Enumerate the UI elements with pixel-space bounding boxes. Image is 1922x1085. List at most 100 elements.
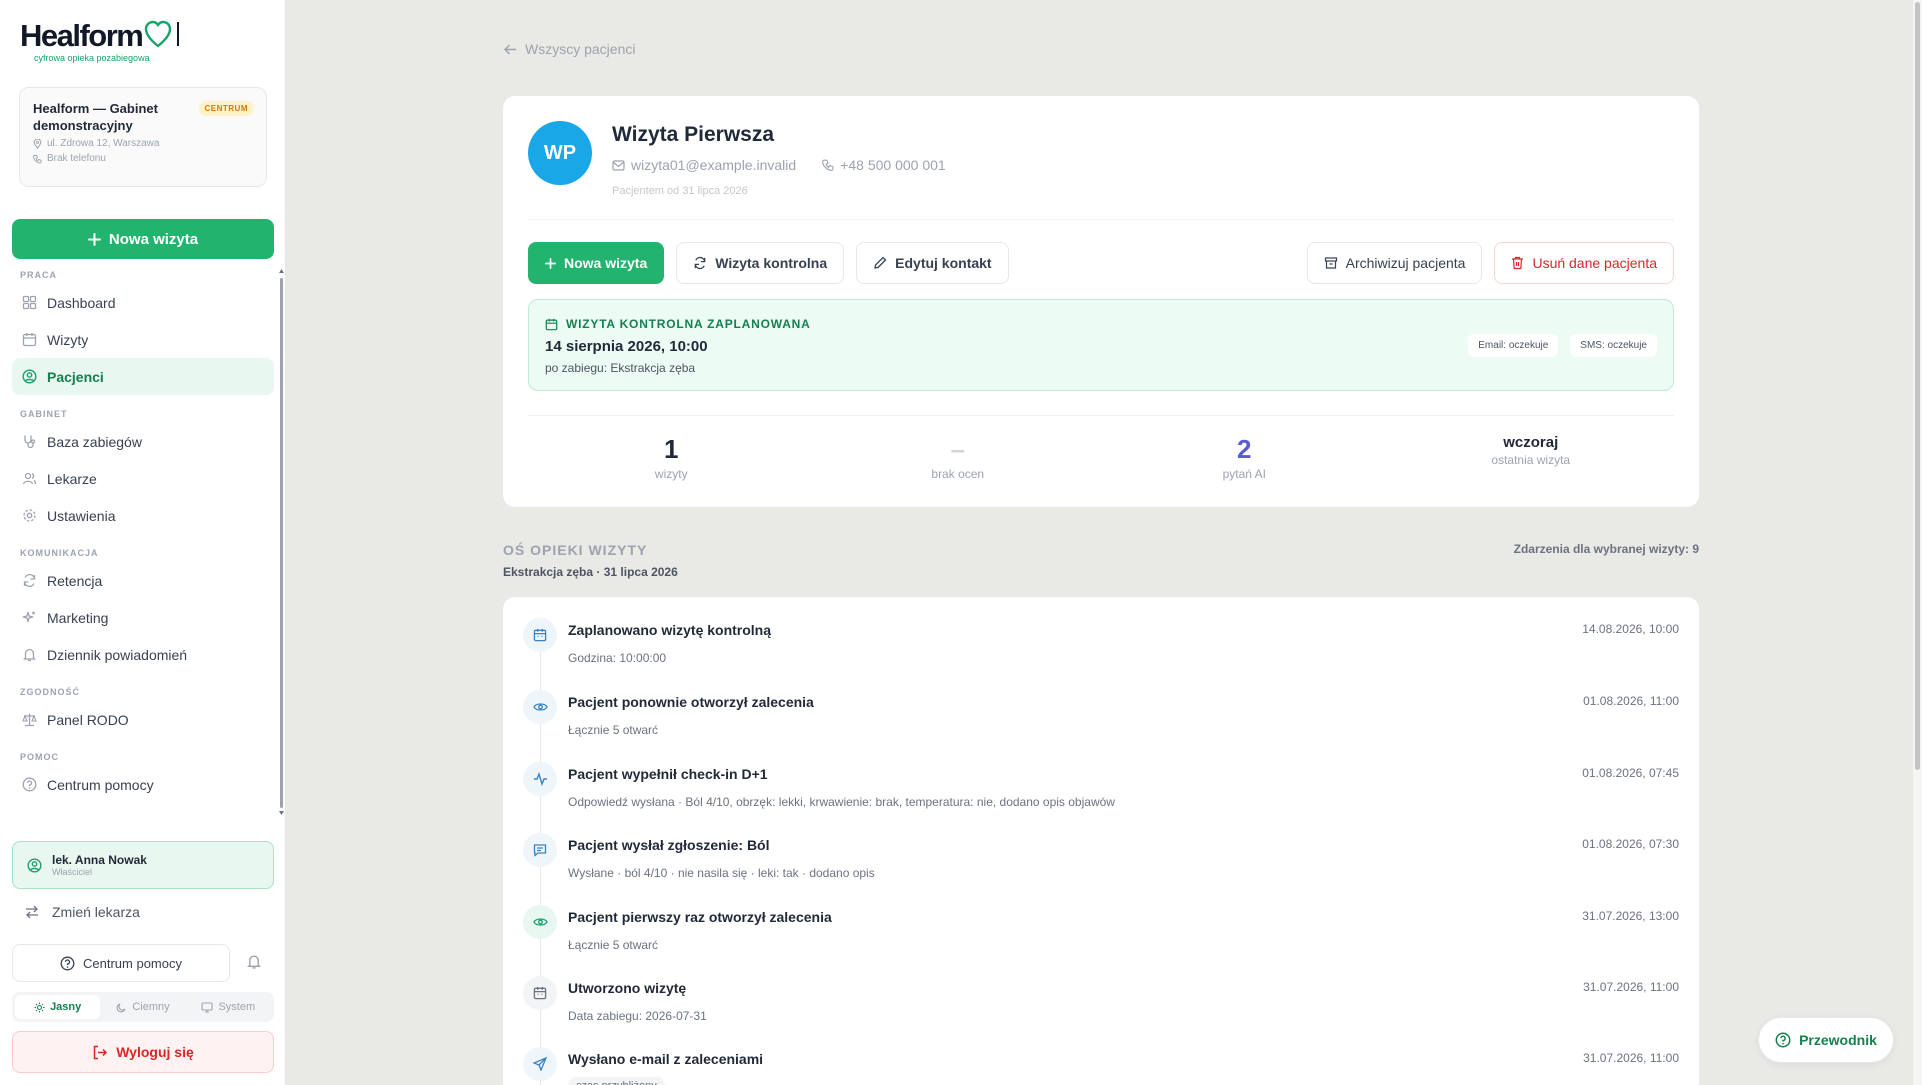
archive-patient-button[interactable]: Archiwizuj pacjenta bbox=[1306, 242, 1483, 284]
event-time: 01.08.2026, 07:45 bbox=[1582, 766, 1679, 780]
refresh-icon bbox=[22, 573, 37, 588]
timeline-event[interactable]: Pacjent wysłał zgłoszenie: Ból Wysłane ·… bbox=[523, 833, 1679, 893]
guide-button[interactable]: Przewodnik bbox=[1758, 1017, 1894, 1063]
patient-email[interactable]: wizyta01@example.invalid bbox=[631, 157, 796, 173]
event-title: Wysłano e-mail z zaleceniami bbox=[568, 1051, 764, 1067]
timeline-subheading: Ekstrakcja zęba · 31 lipca 2026 bbox=[503, 565, 678, 579]
pin-icon bbox=[33, 138, 42, 149]
sidebar-item-dashboard[interactable]: Dashboard bbox=[12, 284, 274, 321]
patient-phone[interactable]: +48 500 000 001 bbox=[840, 157, 946, 173]
patient-contact: wizyta01@example.invalid +48 500 000 001 bbox=[612, 157, 946, 173]
nav-section-title: KOMUNIKACJA bbox=[20, 548, 99, 558]
event-description: Łącznie 5 otwarć bbox=[568, 938, 659, 952]
event-title: Pacjent ponownie otworzył zalecenia bbox=[568, 694, 814, 710]
sidebar-item-patients[interactable]: Pacjenci bbox=[12, 358, 274, 395]
page-scrollbar[interactable] bbox=[1913, 0, 1922, 1085]
divider bbox=[528, 415, 1674, 416]
stat-ratings: – brak ocen bbox=[815, 433, 1102, 481]
stat-label: ostatnia wizyta bbox=[1491, 453, 1571, 467]
logout-button[interactable]: Wyloguj się bbox=[12, 1031, 274, 1073]
divider bbox=[528, 219, 1674, 220]
help-center-button[interactable]: Centrum pomocy bbox=[12, 944, 230, 982]
archive-icon bbox=[1324, 256, 1338, 270]
clinic-badge: CENTRUM bbox=[198, 101, 254, 116]
stethoscope-icon bbox=[22, 434, 37, 449]
help-icon bbox=[22, 777, 37, 792]
pencil-icon bbox=[873, 256, 887, 270]
switch-doctor-link[interactable]: Zmień lekarza bbox=[24, 904, 140, 920]
clinic-card[interactable]: Healform — Gabinet demonstracyjny CENTRU… bbox=[19, 87, 267, 187]
timeline-count: Zdarzenia dla wybranej wizyty: 9 bbox=[1513, 542, 1699, 556]
bell-icon[interactable] bbox=[246, 953, 262, 970]
logo-tagline: cyfrowa opieka pozabiegowa bbox=[34, 53, 150, 63]
activity-icon bbox=[523, 762, 557, 796]
logo[interactable]: Healform cyfrowa opieka pozabiegowa bbox=[20, 20, 182, 63]
sidebar-item-doctors[interactable]: Lekarze bbox=[12, 460, 274, 497]
stat-label: wizyty bbox=[654, 467, 688, 481]
sidebar-item-retention[interactable]: Retencja bbox=[12, 562, 274, 599]
sun-icon bbox=[34, 1002, 45, 1013]
email-status-badge: Email: oczekuje bbox=[1468, 334, 1559, 357]
event-time: 14.08.2026, 10:00 bbox=[1582, 622, 1679, 636]
delete-patient-data-button[interactable]: Usuń dane pacjenta bbox=[1494, 242, 1674, 284]
user-circle-icon bbox=[27, 857, 42, 873]
users-icon bbox=[22, 471, 37, 486]
timeline-event[interactable]: Zaplanowano wizytę kontrolną Godzina: 10… bbox=[523, 618, 1679, 678]
event-time: 01.08.2026, 07:30 bbox=[1582, 837, 1679, 851]
theme-dark-option[interactable]: Ciemny bbox=[100, 995, 185, 1019]
theme-light-option[interactable]: Jasny bbox=[15, 995, 101, 1019]
clinic-name: Healform — Gabinet demonstracyjny bbox=[33, 101, 158, 133]
control-visit-button[interactable]: Wizyta kontrolna bbox=[676, 242, 845, 284]
sparkle-icon bbox=[22, 610, 37, 625]
event-description: Łącznie 5 otwarć bbox=[568, 723, 659, 737]
nav-section-title: ZGODNOŚĆ bbox=[20, 687, 81, 697]
moon-icon bbox=[116, 1002, 127, 1013]
scale-icon bbox=[22, 712, 37, 727]
calendar-icon bbox=[523, 618, 557, 652]
sidebar-item-procedures[interactable]: Baza zabiegów bbox=[12, 423, 274, 460]
help-icon bbox=[60, 956, 75, 971]
current-user-card[interactable]: lek. Anna Nowak Właściciel bbox=[12, 841, 274, 889]
stat-value: wczoraj bbox=[1503, 434, 1559, 451]
event-time: 01.08.2026, 11:00 bbox=[1583, 694, 1679, 708]
sidebar-item-gdpr[interactable]: Panel RODO bbox=[12, 701, 274, 738]
followup-banner[interactable]: WIZYTA KONTROLNA ZAPLANOWANA 14 sierpnia… bbox=[528, 299, 1674, 391]
timeline-event[interactable]: Utworzono wizytę Data zabiegu: 2026-07-3… bbox=[523, 976, 1679, 1036]
patient-actions: Nowa wizyta Wizyta kontrolna Edytuj kont… bbox=[528, 242, 1009, 284]
edit-contact-button[interactable]: Edytuj kontakt bbox=[856, 242, 1009, 284]
back-to-patients-link[interactable]: Wszyscy pacjenci bbox=[504, 41, 635, 57]
new-visit-button[interactable]: Nowa wizyta bbox=[528, 242, 665, 284]
timeline-event[interactable]: Wysłano e-mail z zaleceniami czas przybl… bbox=[523, 1047, 1679, 1085]
refresh-icon bbox=[693, 256, 707, 270]
timeline-event[interactable]: Pacjent wypełnił check-in D+1 Odpowiedź … bbox=[523, 762, 1679, 822]
grid-icon bbox=[22, 295, 37, 310]
timeline-event[interactable]: Pacjent ponownie otworzył zalecenia Łącz… bbox=[523, 690, 1679, 750]
timeline-event[interactable]: Pacjent pierwszy raz otworzył zalecenia … bbox=[523, 905, 1679, 965]
logout-icon bbox=[92, 1045, 108, 1060]
followup-statuses: Email: oczekuje SMS: oczekuje bbox=[1468, 334, 1657, 357]
sidebar-item-visits[interactable]: Wizyty bbox=[12, 321, 274, 358]
sidebar-scrollbar[interactable] bbox=[279, 268, 284, 816]
eye-icon bbox=[523, 690, 557, 724]
sidebar-item-notifications-log[interactable]: Dziennik powiadomień bbox=[12, 636, 274, 673]
sidebar-item-marketing[interactable]: Marketing bbox=[12, 599, 274, 636]
sidebar-item-settings[interactable]: Ustawienia bbox=[12, 497, 274, 534]
calendar-icon bbox=[22, 332, 37, 347]
event-time: 31.07.2026, 11:00 bbox=[1583, 980, 1679, 994]
stat-ai-questions: 2 pytań AI bbox=[1101, 433, 1388, 481]
nav-section-title: POMOC bbox=[20, 752, 60, 762]
sidebar: Healform cyfrowa opieka pozabiegowa Heal… bbox=[0, 0, 286, 1085]
clinic-address: ul. Zdrowa 12, Warszawa bbox=[33, 138, 253, 149]
event-title: Pacjent wysłał zgłoszenie: Ból bbox=[568, 837, 770, 853]
user-name: lek. Anna Nowak bbox=[52, 853, 147, 867]
event-title: Zaplanowano wizytę kontrolną bbox=[568, 622, 772, 638]
mail-icon bbox=[612, 159, 625, 171]
new-visit-button[interactable]: Nowa wizyta bbox=[12, 219, 274, 259]
phone-icon bbox=[33, 154, 42, 164]
event-time: 31.07.2026, 11:00 bbox=[1583, 1051, 1679, 1065]
event-description: Godzina: 10:00:00 bbox=[568, 651, 667, 665]
theme-system-option[interactable]: System bbox=[186, 995, 271, 1019]
sidebar-item-help[interactable]: Centrum pomocy bbox=[12, 766, 274, 803]
message-icon bbox=[523, 833, 557, 867]
bell-icon bbox=[22, 647, 37, 662]
